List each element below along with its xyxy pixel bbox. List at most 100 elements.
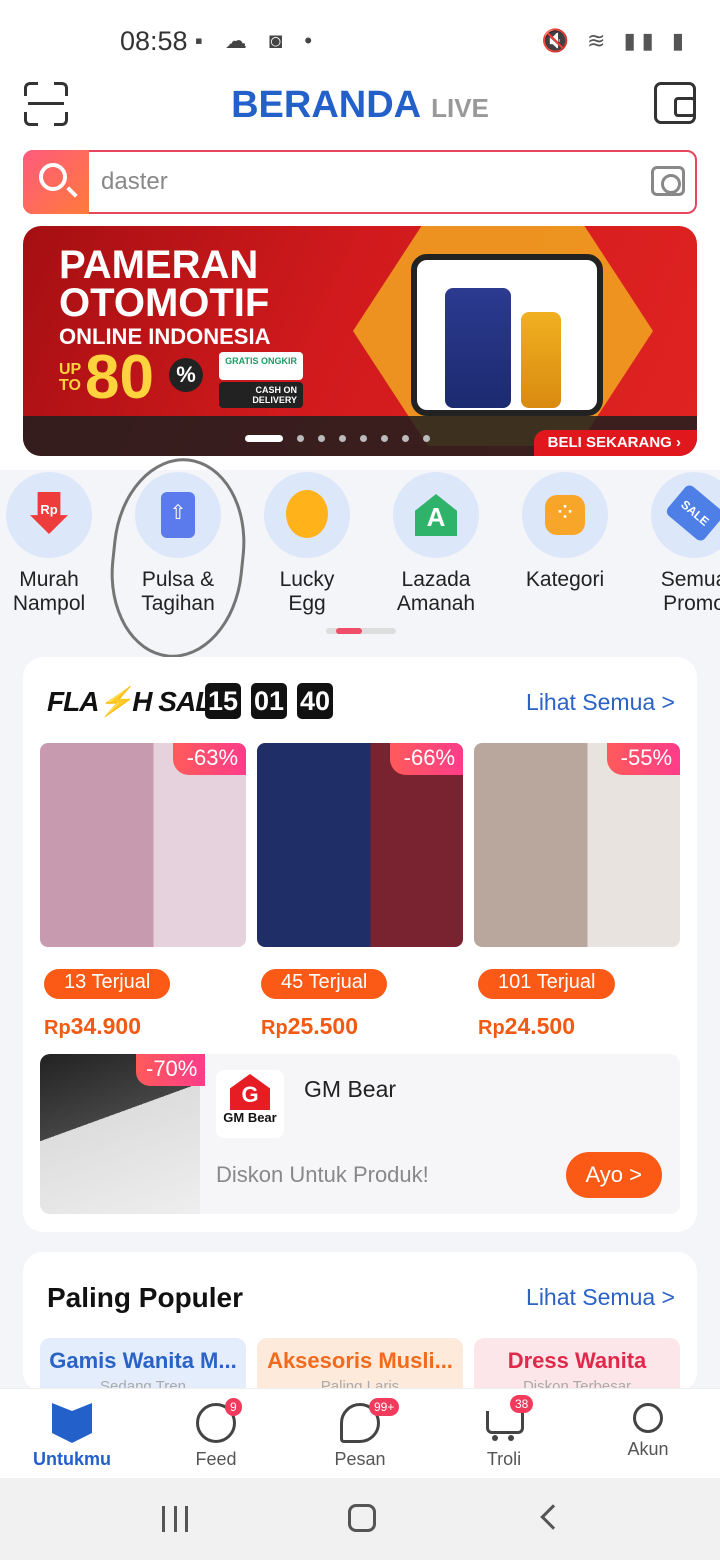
- popular-see-all-link[interactable]: Lihat Semua >: [526, 1284, 675, 1311]
- home-icon: [52, 1403, 92, 1443]
- promo-banner[interactable]: PAMERAN OTOMOTIF ONLINE INDONESIA UP TO …: [23, 226, 697, 456]
- category-label: Lucky Egg: [279, 568, 335, 615]
- store-promo-card[interactable]: -70% G GM Bear GM Bear Diskon Untuk Produ…: [40, 1054, 680, 1214]
- product-image: -66%: [257, 743, 463, 947]
- store-logo: G GM Bear: [216, 1070, 284, 1138]
- sold-count: 45 Terjual: [261, 969, 388, 999]
- category-semua-promo[interactable]: SALE SemuaPromo: [634, 472, 720, 616]
- banner-headline: PAMERAN OTOMOTIF: [59, 243, 270, 325]
- notification-badge: 38: [510, 1395, 534, 1413]
- category-kategori[interactable]: Kategori: [505, 472, 625, 592]
- category-label: Lazada Amanah: [396, 568, 476, 615]
- product-price: Rp24.500: [478, 1013, 576, 1039]
- popular-category-card[interactable]: Dress Wanita Diskon Terbesar: [474, 1338, 680, 1392]
- egg-icon: [286, 490, 328, 538]
- page-title: BERANDA LIVE: [0, 84, 720, 127]
- notification-badge: 9: [225, 1398, 242, 1416]
- store-promo-description: Diskon Untuk Produk!: [216, 1162, 429, 1187]
- grid-icon: [545, 495, 585, 535]
- knife-set-image: -70%: [40, 1054, 206, 1214]
- back-icon[interactable]: [540, 1504, 566, 1530]
- popular-category-card[interactable]: Gamis Wanita M... Sedang Tren: [40, 1338, 246, 1392]
- app-header: BERANDA LIVE: [0, 80, 720, 140]
- carousel-dots[interactable]: [245, 430, 444, 443]
- tab-troli[interactable]: 38 Troli: [432, 1395, 576, 1470]
- product-image: -63%: [40, 743, 246, 947]
- user-icon: [633, 1403, 663, 1433]
- carousel-dot[interactable]: [402, 435, 409, 443]
- bottom-tab-bar: Untukmu 9 Feed 99+ Pesan 38 Troli Akun: [0, 1388, 720, 1478]
- category-label: Murah Nampol: [12, 568, 86, 615]
- live-label[interactable]: LIVE: [431, 93, 489, 123]
- timer-hours: 15: [205, 683, 241, 719]
- carousel-dot[interactable]: [297, 435, 304, 443]
- system-icons: 🔇 ≋ ▮▮ ▮: [541, 28, 690, 53]
- popular-section: Paling Populer Lihat Semua > Gamis Wanit…: [23, 1252, 697, 1392]
- carousel-dot[interactable]: [318, 435, 325, 443]
- cart-icon: 38: [484, 1395, 534, 1443]
- feed-icon: 9: [196, 1398, 242, 1443]
- category-label: SemuaPromo: [660, 568, 720, 615]
- category-lucky-egg[interactable]: Lucky Egg: [247, 472, 367, 616]
- mosque-icon: A: [415, 494, 457, 536]
- flash-sale-see-all-link[interactable]: Lihat Semua >: [526, 689, 675, 716]
- tab-untukmu[interactable]: Untukmu: [0, 1397, 144, 1470]
- tab-pesan[interactable]: 99+ Pesan: [288, 1397, 432, 1470]
- timer-seconds: 40: [297, 683, 333, 719]
- discount-badge: -66%: [389, 743, 463, 775]
- search-icon[interactable]: [23, 150, 89, 214]
- popular-category-card[interactable]: Aksesoris Musli... Paling Laris: [257, 1338, 463, 1392]
- category-scroll-indicator: [326, 628, 396, 634]
- banner-discount: 80: [85, 343, 154, 412]
- banner-upto: UP TO: [59, 361, 81, 394]
- ayo-button[interactable]: Ayo >: [565, 1152, 662, 1198]
- free-shipping-badge: GRATIS ONGKIR: [219, 352, 303, 380]
- flash-product-card[interactable]: -55% 101 Terjual Rp24.500: [474, 743, 680, 1040]
- discount-badge: -63%: [172, 743, 246, 775]
- buy-now-button[interactable]: BELI SEKARANG ›: [533, 430, 697, 456]
- discount-badge: -70%: [136, 1054, 206, 1086]
- status-bar: 08:58 ▪ ☁ ◙ • 🔇 ≋ ▮▮ ▮: [0, 0, 720, 80]
- banner-product-image: [411, 254, 603, 416]
- product-price: Rp34.900: [44, 1013, 142, 1039]
- page-title-text: BERANDA: [231, 84, 422, 126]
- system-nav-bar: [0, 1478, 720, 1560]
- product-price: Rp25.500: [261, 1013, 359, 1039]
- carousel-dot[interactable]: [423, 435, 430, 443]
- sale-tag-icon: SALE: [664, 483, 720, 543]
- discount-badge: -55%: [606, 743, 680, 775]
- flash-sale-title: FLA⚡H SALE: [47, 686, 230, 717]
- recent-apps-icon[interactable]: [162, 1506, 188, 1532]
- chat-icon: 99+: [340, 1398, 400, 1443]
- banner-percent: %: [169, 358, 203, 392]
- oil-bottle-image: [445, 288, 511, 408]
- category-murah-nampol[interactable]: Rp Murah Nampol: [0, 472, 109, 616]
- home-nav-icon[interactable]: [348, 1504, 376, 1532]
- flash-sale-section: FLA⚡H SALE 15 01 40 Lihat Semua > -63% 1…: [23, 657, 697, 1232]
- wallet-icon[interactable]: [654, 82, 696, 124]
- camera-icon[interactable]: [651, 166, 685, 196]
- category-row: Rp MurahNampol Pulsa &Tagihan LuckyEgg A…: [0, 470, 720, 640]
- store-name: GM Bear: [304, 1076, 397, 1102]
- carousel-dot[interactable]: [381, 435, 388, 443]
- carousel-dot[interactable]: [245, 435, 283, 443]
- category-lazada-amanah[interactable]: A Lazada Amanah: [376, 472, 496, 616]
- category-label: Kategori: [525, 568, 605, 591]
- oil-bottle-image: [521, 312, 561, 408]
- tab-akun[interactable]: Akun: [576, 1397, 720, 1460]
- flash-product-card[interactable]: -66% 45 Terjual Rp25.500: [257, 743, 463, 1040]
- search-input[interactable]: [101, 168, 621, 196]
- notification-badge: 99+: [369, 1398, 400, 1416]
- sold-count: 13 Terjual: [44, 969, 171, 999]
- notification-icons: ▪ ☁ ◙ •: [195, 28, 321, 53]
- carousel-dot[interactable]: [360, 435, 367, 443]
- timer-minutes: 01: [251, 683, 287, 719]
- status-time: 08:58: [120, 26, 188, 56]
- flash-product-card[interactable]: -63% 13 Terjual Rp34.900: [40, 743, 246, 1040]
- sold-count: 101 Terjual: [478, 969, 616, 999]
- popular-title: Paling Populer: [47, 1282, 244, 1313]
- cod-badge: CASH ON DELIVERY: [219, 382, 303, 408]
- search-bar[interactable]: [23, 150, 697, 214]
- tab-feed[interactable]: 9 Feed: [144, 1397, 288, 1470]
- carousel-dot[interactable]: [339, 435, 346, 443]
